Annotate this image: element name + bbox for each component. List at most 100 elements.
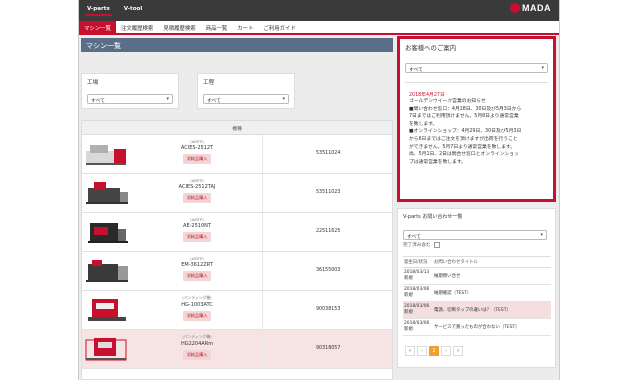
buy-consumables-button[interactable]: 消耗品購入 xyxy=(182,350,212,360)
notice-line: を致します。 xyxy=(409,121,438,127)
top-bar: V-parts V-tool MADA xyxy=(79,0,559,21)
process-select[interactable]: すべて ▾ xyxy=(203,94,289,104)
machine-number: 90318057 xyxy=(316,346,341,351)
nav-order-history[interactable]: 注文履歴検索 xyxy=(116,21,158,33)
machine-row: (AMTP) EM-3612ZRT 消耗品購入 36155003 xyxy=(82,252,392,291)
buy-consumables-button[interactable]: 消耗品購入 xyxy=(182,193,212,203)
chevron-down-icon: ▾ xyxy=(541,65,544,71)
machine-row: (ベンディング機) HG2204ARm 消耗品購入 90318057 xyxy=(82,330,392,369)
last-page-button[interactable]: » xyxy=(453,346,463,356)
next-page-button[interactable]: › xyxy=(441,346,451,356)
machine-table-header: 機種 xyxy=(82,121,392,135)
chevron-down-icon: ▾ xyxy=(166,96,169,102)
machine-image[interactable] xyxy=(84,178,130,208)
column-divider xyxy=(262,330,263,368)
machine-image[interactable] xyxy=(84,217,130,247)
header-date-status: 発生日/状況 xyxy=(404,260,428,265)
machine-row: (AMTP) ACIES-2512T 消耗品購入 53511024 xyxy=(82,135,392,174)
inquiry-row-title: サービスで買ったものが合わない（TEST） xyxy=(434,325,520,330)
machine-row: (AMTP) AE-2510NT 消耗品購入 22511625 xyxy=(82,213,392,252)
inquiry-panel: V-parts お問い合わせ一覧 すべて ▾ 完了済み含む 発生日/状況 お問い… xyxy=(397,208,556,368)
inquiry-row-title: 納期確認（TEST） xyxy=(434,291,472,296)
machine-model: HG-1003ATC xyxy=(181,302,213,308)
inquiry-table-header: 発生日/状況 お問い合わせタイトル xyxy=(403,257,551,268)
machine-info: (AMTP) ACIES-2512TAJ 消耗品購入 xyxy=(162,178,232,203)
inquiry-status: 新規 xyxy=(404,327,413,332)
nav-product-list[interactable]: 商品一覧 xyxy=(201,21,233,33)
nav-guide[interactable]: ご利用ガイド xyxy=(258,21,300,33)
machine-image[interactable] xyxy=(84,295,130,325)
buy-consumables-button[interactable]: 消耗品購入 xyxy=(182,271,212,281)
include-completed-label: 完了済み含む xyxy=(403,243,431,248)
machine-table: 機種 (AMTP) ACIES-2512T 消耗品購入 53511024 (AM… xyxy=(81,120,393,380)
notice-line: ができません。5月7日より通常営業を致します。 xyxy=(409,144,516,150)
brand-tab-vtool[interactable]: V-tool xyxy=(122,4,145,16)
inquiry-date: 2018/03/13 xyxy=(404,270,430,275)
inquiry-row[interactable]: 2018/03/13 新規 納期問い合せ xyxy=(403,268,551,285)
machine-model: HG2204ARm xyxy=(180,341,214,347)
prev-page-button[interactable]: ‹ xyxy=(417,346,427,356)
notice-body: ゴールデンウイーク営業のお知らせ ■問い合わせ窓口：4月28日、30日及び5月3… xyxy=(405,98,548,166)
machine-category: (AMTP) xyxy=(190,256,204,261)
inquiry-date-status: 2018/03/06 新規 xyxy=(404,287,432,299)
buy-consumables-button[interactable]: 消耗品購入 xyxy=(182,311,212,321)
machine-info: (AMTP) ACIES-2512T 消耗品購入 xyxy=(162,139,232,164)
machine-info: (AMTP) EM-3612ZRT 消耗品購入 xyxy=(162,256,232,281)
header-title: お問い合わせタイトル xyxy=(434,260,478,265)
machine-category: (AMTP) xyxy=(190,139,204,144)
notice-line: ゴールデンウイーク営業のお知らせ xyxy=(409,99,486,104)
inquiry-date-status: 2018/03/06 新規 xyxy=(404,304,432,316)
notice-select-value: すべて xyxy=(409,68,423,73)
logo-text: MADA xyxy=(522,3,551,13)
include-completed: 完了済み含む xyxy=(403,242,550,248)
inquiry-select[interactable]: すべて ▾ xyxy=(403,230,547,240)
buy-consumables-button[interactable]: 消耗品購入 xyxy=(182,232,212,242)
page-1-button[interactable]: 1 xyxy=(429,346,439,356)
machine-image[interactable] xyxy=(84,334,130,364)
factory-select[interactable]: すべて ▾ xyxy=(87,94,173,104)
notice-line: 7日まではご利用頂けません。5月8日より通常営業 xyxy=(409,114,519,120)
inquiry-row[interactable]: 2018/03/06 新規 電源、切断タップの違いは？（TEST） xyxy=(403,302,551,319)
process-filter-label: 工程 xyxy=(203,80,215,86)
inquiry-title: V-parts お問い合わせ一覧 xyxy=(403,214,463,220)
buy-consumables-button[interactable]: 消耗品購入 xyxy=(182,154,212,164)
inquiry-row[interactable]: 2018/03/06 新規 納期確認（TEST） xyxy=(403,285,551,302)
machine-category: (AMTP) xyxy=(190,217,204,222)
inquiry-status: 新規 xyxy=(404,310,413,315)
pagination: « ‹ 1 › » xyxy=(403,346,550,356)
main-nav: マシン一覧 注文履歴検索 見積履歴検索 商品一覧 カート ご利用ガイド xyxy=(79,21,559,35)
machine-model: ACIES-2512TAJ xyxy=(178,184,216,190)
machine-number: 36155003 xyxy=(316,268,341,273)
notice-line: ■問い合わせ窓口：4月28日、30日及び5月3日から xyxy=(409,106,522,112)
machine-category: (ベンディング機) xyxy=(182,334,212,339)
notice-select[interactable]: すべて ▾ xyxy=(405,63,548,73)
machine-number: 53511023 xyxy=(316,190,341,195)
first-page-button[interactable]: « xyxy=(405,346,415,356)
machine-row: (ベンディング機) HG-1003ATC 消耗品購入 90038153 xyxy=(82,291,392,330)
machine-number: 90038153 xyxy=(316,307,341,312)
column-divider xyxy=(262,135,263,173)
machine-image[interactable] xyxy=(84,139,130,169)
machine-info: (ベンディング機) HG-1003ATC 消耗品購入 xyxy=(162,295,232,321)
include-completed-checkbox[interactable] xyxy=(433,242,440,248)
nav-machine-list[interactable]: マシン一覧 xyxy=(79,21,116,33)
factory-filter: 工場 すべて ▾ xyxy=(81,73,179,109)
amada-logo: MADA xyxy=(510,3,551,13)
inquiry-table: 発生日/状況 お問い合わせタイトル 2018/03/13 新規 納期問い合せ 20… xyxy=(403,256,551,336)
process-filter: 工程 すべて ▾ xyxy=(197,73,295,109)
column-divider xyxy=(262,291,263,329)
inquiry-row-title: 納期問い合せ xyxy=(434,274,461,279)
machine-category: (AMTP) xyxy=(190,178,204,183)
machine-image[interactable] xyxy=(84,256,130,286)
notice-divider xyxy=(405,82,548,83)
notice-line: プは通常営業を致します。 xyxy=(409,159,467,165)
inquiry-row[interactable]: 2018/03/06 新規 サービスで買ったものが合わない（TEST） xyxy=(403,319,551,336)
brand-tab-vparts[interactable]: V-parts xyxy=(85,4,112,16)
machine-model: AE-2510NT xyxy=(183,223,211,229)
machine-row: (AMTP) ACIES-2512TAJ 消耗品購入 53511023 xyxy=(82,174,392,213)
customer-notice-panel: お客様へのご案内 すべて ▾ 2018年4月27日 ゴールデンウイーク営業のお知… xyxy=(397,36,556,202)
brand-tabs: V-parts V-tool xyxy=(85,4,144,16)
nav-quote-history[interactable]: 見積履歴検索 xyxy=(158,21,200,33)
nav-cart[interactable]: カート xyxy=(232,21,258,33)
column-divider xyxy=(262,174,263,212)
